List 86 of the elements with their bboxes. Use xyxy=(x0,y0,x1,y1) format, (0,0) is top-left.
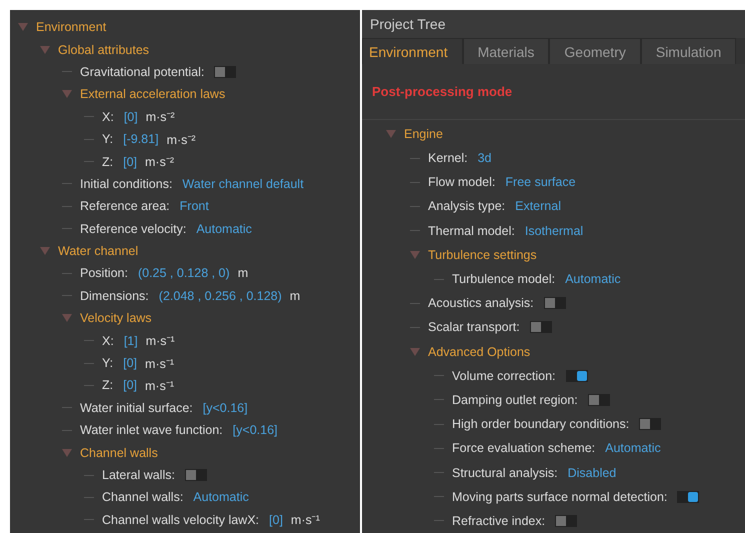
toggle-switch[interactable] xyxy=(639,418,662,430)
property-value[interactable]: [y<0.16] xyxy=(232,423,278,438)
group-label[interactable]: Channel walls xyxy=(80,446,158,460)
property-value[interactable]: [0] xyxy=(124,110,138,124)
property-value[interactable]: Isothermal xyxy=(524,224,584,238)
property-label: Position: xyxy=(80,266,128,280)
property-label: Reference velocity: xyxy=(80,222,186,236)
property-value[interactable]: [y<0.16] xyxy=(202,400,248,415)
property-label: Water initial surface: xyxy=(80,400,193,415)
toggle-switch[interactable] xyxy=(677,490,700,503)
unit-label: m·s⁻¹ xyxy=(145,356,174,372)
property-value[interactable]: Disabled xyxy=(568,466,616,480)
property-label: X: xyxy=(102,110,114,124)
unit-label: m·s⁻¹ xyxy=(290,512,320,528)
toggle-switch[interactable] xyxy=(214,66,236,78)
unit-label: m·s⁻² xyxy=(166,132,196,148)
property-value[interactable]: [0] xyxy=(123,378,138,392)
toggle-switch[interactable] xyxy=(566,370,588,382)
property-value[interactable]: External xyxy=(515,199,561,214)
unit-label: m·s⁻¹ xyxy=(145,378,174,394)
property-label: Z: xyxy=(102,154,114,169)
toggle-switch[interactable] xyxy=(555,514,578,527)
property-value[interactable]: Automatic xyxy=(193,490,249,504)
mode-label: Post-processing mode xyxy=(371,83,514,101)
property-label: Thermal model: xyxy=(428,224,515,238)
property-label: Reference area: xyxy=(80,199,170,214)
unit-label: m·s⁻² xyxy=(146,109,175,126)
toggle-switch[interactable] xyxy=(544,297,566,310)
property-label: Gravitational potential: xyxy=(80,64,204,79)
property-value[interactable]: 3d xyxy=(478,151,492,166)
group-label[interactable]: External acceleration laws xyxy=(80,87,226,102)
unit-label: m·s⁻² xyxy=(145,154,174,170)
property-label: Flow model: xyxy=(428,175,496,190)
tab[interactable]: Geometry xyxy=(549,38,641,64)
toggle-switch[interactable] xyxy=(530,321,552,334)
tab[interactable]: Simulation xyxy=(640,38,736,64)
group-label[interactable]: Advanced Options xyxy=(428,344,530,359)
unit-label: m·s⁻¹ xyxy=(146,333,175,350)
property-value[interactable]: Front xyxy=(180,199,209,214)
unit-label: m xyxy=(290,288,300,303)
property-label: Moving parts surface normal detection: xyxy=(452,490,668,504)
property-value[interactable]: Automatic xyxy=(196,222,252,236)
property-value[interactable]: [0] xyxy=(269,512,283,527)
property-label: Turbulence model: xyxy=(452,272,556,286)
property-value[interactable]: [-9.81] xyxy=(123,132,159,146)
property-label: X: xyxy=(102,334,114,348)
property-label: Structural analysis: xyxy=(452,466,558,480)
property-label: High order boundary conditions: xyxy=(452,417,630,432)
group-label[interactable]: Velocity laws xyxy=(80,311,152,326)
property-label: Acoustics analysis: xyxy=(428,296,534,310)
property-label: Lateral walls: xyxy=(102,468,175,482)
property-value[interactable]: [0] xyxy=(123,154,138,169)
property-value[interactable]: (0.25 , 0.128 , 0) xyxy=(138,266,230,280)
group-label[interactable]: Turbulence settings xyxy=(428,248,537,262)
property-label: Analysis type: xyxy=(428,199,506,214)
toggle-switch[interactable] xyxy=(588,394,610,406)
property-label: Initial conditions: xyxy=(80,176,172,191)
property-label: Channel walls: xyxy=(102,490,184,504)
group-label[interactable]: Environment xyxy=(36,20,106,34)
tab[interactable]: Materials xyxy=(462,38,550,64)
property-label: Kernel: xyxy=(428,151,468,166)
property-label: Channel walls velocity lawX: xyxy=(102,512,260,527)
group-label[interactable]: Global attributes xyxy=(58,42,150,57)
property-label: Z: xyxy=(102,378,114,392)
property-value[interactable]: Automatic xyxy=(565,272,621,286)
group-label[interactable]: Water channel xyxy=(58,244,138,258)
property-label: Y: xyxy=(102,132,114,146)
property-label: Force evaluation scheme: xyxy=(452,441,596,456)
property-value[interactable]: [1] xyxy=(124,334,138,348)
panel-title: Project Tree xyxy=(362,10,745,38)
property-label: Y: xyxy=(102,356,114,370)
unit-label: m xyxy=(238,266,248,280)
property-label: Dimensions: xyxy=(80,288,149,303)
property-label: Volume correction: xyxy=(452,368,556,383)
property-value[interactable]: (2.048 , 0.256 , 0.128) xyxy=(158,288,282,303)
property-value[interactable]: Water channel default xyxy=(182,176,304,191)
toggle-switch[interactable] xyxy=(184,469,207,481)
property-label: Scalar transport: xyxy=(428,320,520,334)
property-value[interactable]: Free surface xyxy=(505,175,576,190)
group-label[interactable]: Engine xyxy=(404,126,443,141)
property-value[interactable]: Automatic xyxy=(605,441,661,456)
property-value[interactable]: [0] xyxy=(123,356,138,370)
property-label: Refractive index: xyxy=(452,514,546,528)
tab[interactable]: Environment xyxy=(362,38,463,64)
property-label: Water inlet wave function: xyxy=(80,423,223,438)
property-label: Damping outlet region: xyxy=(452,392,578,407)
